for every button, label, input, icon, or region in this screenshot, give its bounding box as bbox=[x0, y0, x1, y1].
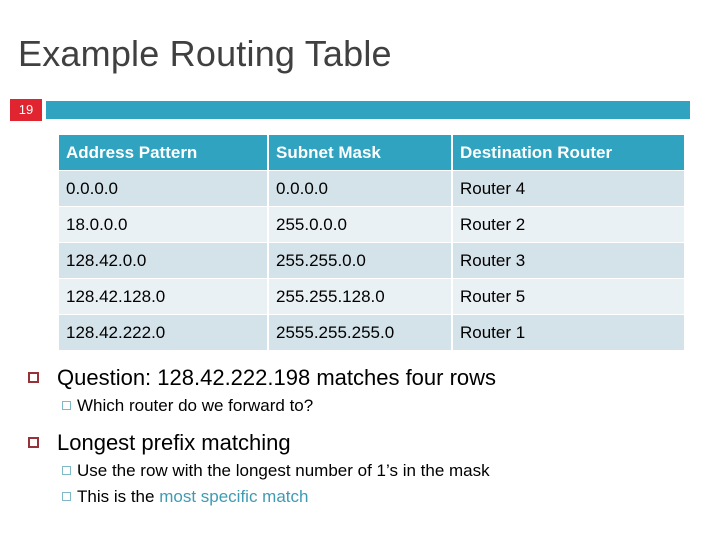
bullet-question-sub: Which router do we forward to? bbox=[0, 393, 720, 419]
bullet-longest-prefix-sub1: Use the row with the longest number of 1… bbox=[0, 458, 720, 484]
table-row: 0.0.0.0 0.0.0.0 Router 4 bbox=[59, 171, 684, 206]
cell-subnet-mask: 255.0.0.0 bbox=[269, 207, 451, 242]
bullet-list: Question: 128.42.222.198 matches four ro… bbox=[0, 363, 720, 510]
accent-bar bbox=[46, 101, 690, 119]
cell-address-pattern: 128.42.128.0 bbox=[59, 279, 267, 314]
cell-subnet-mask: 255.255.0.0 bbox=[269, 243, 451, 278]
cell-address-pattern: 128.42.0.0 bbox=[59, 243, 267, 278]
cell-subnet-mask: 255.255.128.0 bbox=[269, 279, 451, 314]
slide-number-badge: 19 bbox=[10, 99, 42, 121]
square-bullet-icon bbox=[62, 401, 71, 410]
square-bullet-icon bbox=[62, 466, 71, 475]
slide-accent-row: 19 bbox=[0, 99, 720, 121]
cell-destination-router: Router 1 bbox=[453, 315, 684, 350]
cell-destination-router: Router 5 bbox=[453, 279, 684, 314]
bullet-longest-prefix-sub1-text: Use the row with the longest number of 1… bbox=[77, 461, 490, 480]
bullet-question-text: Question: 128.42.222.198 matches four ro… bbox=[57, 365, 497, 390]
square-bullet-icon bbox=[28, 437, 39, 448]
column-header-subnet-mask: Subnet Mask bbox=[269, 135, 451, 170]
bullet-question-sub-text: Which router do we forward to? bbox=[77, 396, 314, 415]
cell-destination-router: Router 4 bbox=[453, 171, 684, 206]
table-header-row: Address Pattern Subnet Mask Destination … bbox=[59, 135, 684, 170]
slide-canvas: Example Routing Table 19 Address Pattern… bbox=[0, 0, 720, 540]
bullet-longest-prefix-sub2-text: This is the bbox=[77, 487, 160, 506]
cell-address-pattern: 0.0.0.0 bbox=[59, 171, 267, 206]
table-row: 128.42.128.0 255.255.128.0 Router 5 bbox=[59, 279, 684, 314]
page-title: Example Routing Table bbox=[18, 33, 392, 74]
bullet-longest-prefix-text: Longest prefix matching bbox=[57, 430, 291, 455]
column-header-address-pattern: Address Pattern bbox=[59, 135, 267, 170]
square-bullet-icon bbox=[62, 492, 71, 501]
cell-destination-router: Router 2 bbox=[453, 207, 684, 242]
cell-address-pattern: 18.0.0.0 bbox=[59, 207, 267, 242]
most-specific-match-highlight: most specific match bbox=[159, 487, 309, 506]
bullet-question: Question: 128.42.222.198 matches four ro… bbox=[0, 363, 720, 393]
square-bullet-icon bbox=[28, 372, 39, 383]
cell-subnet-mask: 0.0.0.0 bbox=[269, 171, 451, 206]
table-row: 128.42.222.0 2555.255.255.0 Router 1 bbox=[59, 315, 684, 350]
table-row: 18.0.0.0 255.0.0.0 Router 2 bbox=[59, 207, 684, 242]
column-header-destination-router: Destination Router bbox=[453, 135, 684, 170]
table-row: 128.42.0.0 255.255.0.0 Router 3 bbox=[59, 243, 684, 278]
cell-destination-router: Router 3 bbox=[453, 243, 684, 278]
bullet-longest-prefix-sub2: This is the most specific match bbox=[0, 484, 720, 510]
cell-subnet-mask: 2555.255.255.0 bbox=[269, 315, 451, 350]
routing-table: Address Pattern Subnet Mask Destination … bbox=[57, 134, 686, 351]
bullet-longest-prefix: Longest prefix matching bbox=[0, 428, 720, 458]
cell-address-pattern: 128.42.222.0 bbox=[59, 315, 267, 350]
